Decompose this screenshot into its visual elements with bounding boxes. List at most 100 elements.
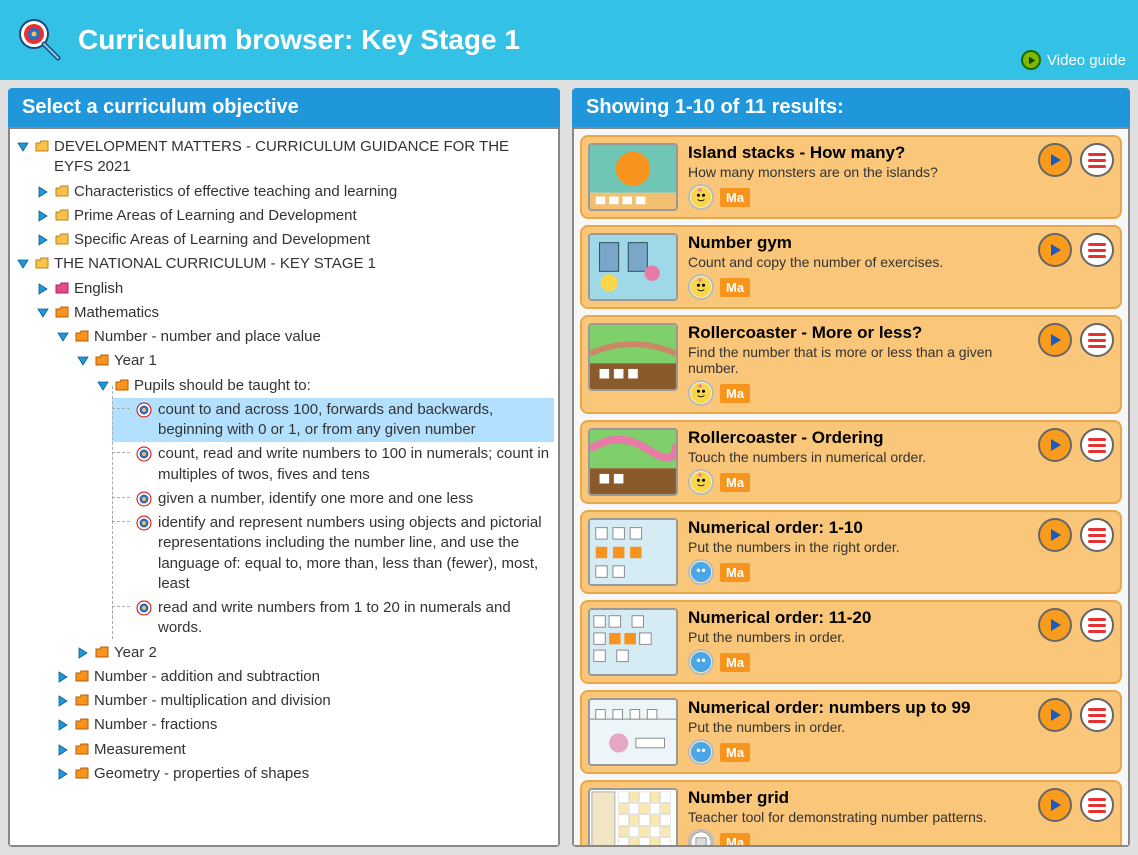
folder-icon <box>74 329 90 345</box>
result-title: Number gym <box>688 233 1028 253</box>
play-button[interactable] <box>1038 143 1072 177</box>
tree-node-pupils[interactable]: Pupils should be taught to: <box>94 374 554 398</box>
result-title: Number grid <box>688 788 1028 808</box>
tree-node-national[interactable]: THE NATIONAL CURRICULUM - KEY STAGE 1 <box>14 252 554 276</box>
result-card[interactable]: Rollercoaster - More or less?Find the nu… <box>580 315 1122 414</box>
tree-node-prime-areas[interactable]: Prime Areas of Learning and Development <box>34 204 554 228</box>
tree-node-number-frac[interactable]: Number - fractions <box>54 713 554 737</box>
result-card[interactable]: Island stacks - How many?How many monste… <box>580 135 1122 219</box>
video-guide-label: Video guide <box>1047 52 1126 69</box>
result-card[interactable]: Number gymCount and copy the number of e… <box>580 225 1122 309</box>
tree-node-year2[interactable]: Year 2 <box>74 641 554 665</box>
arrow-open-icon <box>96 379 110 393</box>
tree-label: Number - fractions <box>94 715 552 735</box>
play-button[interactable] <box>1038 428 1072 462</box>
result-card[interactable]: Rollercoaster - OrderingTouch the number… <box>580 420 1122 504</box>
play-button[interactable] <box>1038 323 1072 357</box>
result-card[interactable]: Number gridTeacher tool for demonstratin… <box>580 780 1122 847</box>
arrow-closed-icon <box>36 209 50 223</box>
play-button[interactable] <box>1038 233 1072 267</box>
target-icon <box>136 600 152 616</box>
play-button[interactable] <box>1038 518 1072 552</box>
folder-icon <box>54 184 70 200</box>
video-guide-button[interactable]: Video guide <box>1021 50 1126 70</box>
character-badge-icon <box>688 829 714 847</box>
arrow-open-icon <box>36 306 50 320</box>
tree-label: Specific Areas of Learning and Developme… <box>74 230 552 250</box>
result-title: Numerical order: 11-20 <box>688 608 1028 628</box>
menu-button[interactable] <box>1080 518 1114 552</box>
result-text: Numerical order: 11-20Put the numbers in… <box>688 608 1028 676</box>
tree-label: THE NATIONAL CURRICULUM - KEY STAGE 1 <box>54 254 552 274</box>
menu-button[interactable] <box>1080 233 1114 267</box>
tree-node-number-add[interactable]: Number - addition and subtraction <box>54 665 554 689</box>
tree-node-geometry[interactable]: Geometry - properties of shapes <box>54 762 554 786</box>
arrow-closed-icon <box>36 233 50 247</box>
result-card[interactable]: Numerical order: 11-20Put the numbers in… <box>580 600 1122 684</box>
tree-objective[interactable]: given a number, identify one more and on… <box>112 487 554 511</box>
tree-node-number-mult[interactable]: Number - multiplication and division <box>54 689 554 713</box>
tree-label: Number - multiplication and division <box>94 691 552 711</box>
result-thumbnail <box>588 323 678 391</box>
arrow-open-icon <box>16 140 30 154</box>
arrow-closed-icon <box>56 718 70 732</box>
result-title: Numerical order: 1-10 <box>688 518 1028 538</box>
result-card[interactable]: Numerical order: numbers up to 99Put the… <box>580 690 1122 774</box>
tree-label: given a number, identify one more and on… <box>158 489 473 509</box>
result-text: Numerical order: 1-10Put the numbers in … <box>688 518 1028 586</box>
tree-label: count, read and write numbers to 100 in … <box>158 444 552 485</box>
folder-icon <box>114 378 130 394</box>
arrow-closed-icon <box>56 743 70 757</box>
result-actions <box>1038 323 1114 406</box>
tree-objective[interactable]: identify and represent numbers using obj… <box>112 511 554 596</box>
result-text: Island stacks - How many?How many monste… <box>688 143 1028 211</box>
result-actions <box>1038 233 1114 301</box>
tree-label: count to and across 100, forwards and ba… <box>158 400 552 441</box>
tree-node-number-place[interactable]: Number - number and place value <box>54 325 554 349</box>
folder-icon <box>74 717 90 733</box>
curriculum-tree[interactable]: DEVELOPMENT MATTERS - CURRICULUM GUIDANC… <box>8 127 560 847</box>
menu-button[interactable] <box>1080 323 1114 357</box>
tree-node-char-effective[interactable]: Characteristics of effective teaching an… <box>34 180 554 204</box>
result-thumbnail <box>588 788 678 847</box>
character-badge-icon <box>688 649 714 675</box>
menu-button[interactable] <box>1080 788 1114 822</box>
tree-node-specific-areas[interactable]: Specific Areas of Learning and Developme… <box>34 228 554 252</box>
left-panel: Select a curriculum objective DEVELOPMEN… <box>8 88 560 847</box>
tree-objective[interactable]: read and write numbers from 1 to 20 in n… <box>112 596 554 641</box>
result-description: How many monsters are on the islands? <box>688 164 1028 180</box>
page-header: Curriculum browser: Key Stage 1 Video gu… <box>0 0 1138 80</box>
folder-icon <box>54 281 70 297</box>
arrow-closed-icon <box>36 282 50 296</box>
tree-node-mathematics[interactable]: Mathematics <box>34 301 554 325</box>
tree-label: Number - addition and subtraction <box>94 667 552 687</box>
result-text: Numerical order: numbers up to 99Put the… <box>688 698 1028 766</box>
subject-badge: Ma <box>720 833 750 848</box>
menu-button[interactable] <box>1080 428 1114 462</box>
result-thumbnail <box>588 518 678 586</box>
menu-button[interactable] <box>1080 608 1114 642</box>
target-icon <box>136 491 152 507</box>
folder-icon <box>54 232 70 248</box>
tree-objective-selected[interactable]: count to and across 100, forwards and ba… <box>112 398 554 443</box>
tree-node-year1[interactable]: Year 1 <box>74 349 554 373</box>
result-card[interactable]: Numerical order: 1-10Put the numbers in … <box>580 510 1122 594</box>
result-actions <box>1038 698 1114 766</box>
result-thumbnail <box>588 428 678 496</box>
play-button[interactable] <box>1038 698 1072 732</box>
tree-objective[interactable]: count, read and write numbers to 100 in … <box>112 442 554 487</box>
tree-label: DEVELOPMENT MATTERS - CURRICULUM GUIDANC… <box>54 137 552 178</box>
results-list[interactable]: Island stacks - How many?How many monste… <box>572 127 1130 847</box>
menu-button[interactable] <box>1080 143 1114 177</box>
target-icon <box>136 446 152 462</box>
result-description: Touch the numbers in numerical order. <box>688 449 1028 465</box>
tree-node-english[interactable]: English <box>34 277 554 301</box>
tree-node-measurement[interactable]: Measurement <box>54 738 554 762</box>
subject-badge: Ma <box>720 563 750 582</box>
menu-button[interactable] <box>1080 698 1114 732</box>
play-button[interactable] <box>1038 788 1072 822</box>
tree-node-dev-matters[interactable]: DEVELOPMENT MATTERS - CURRICULUM GUIDANC… <box>14 135 554 180</box>
play-button[interactable] <box>1038 608 1072 642</box>
folder-icon <box>94 645 110 661</box>
tree-label: Measurement <box>94 740 552 760</box>
